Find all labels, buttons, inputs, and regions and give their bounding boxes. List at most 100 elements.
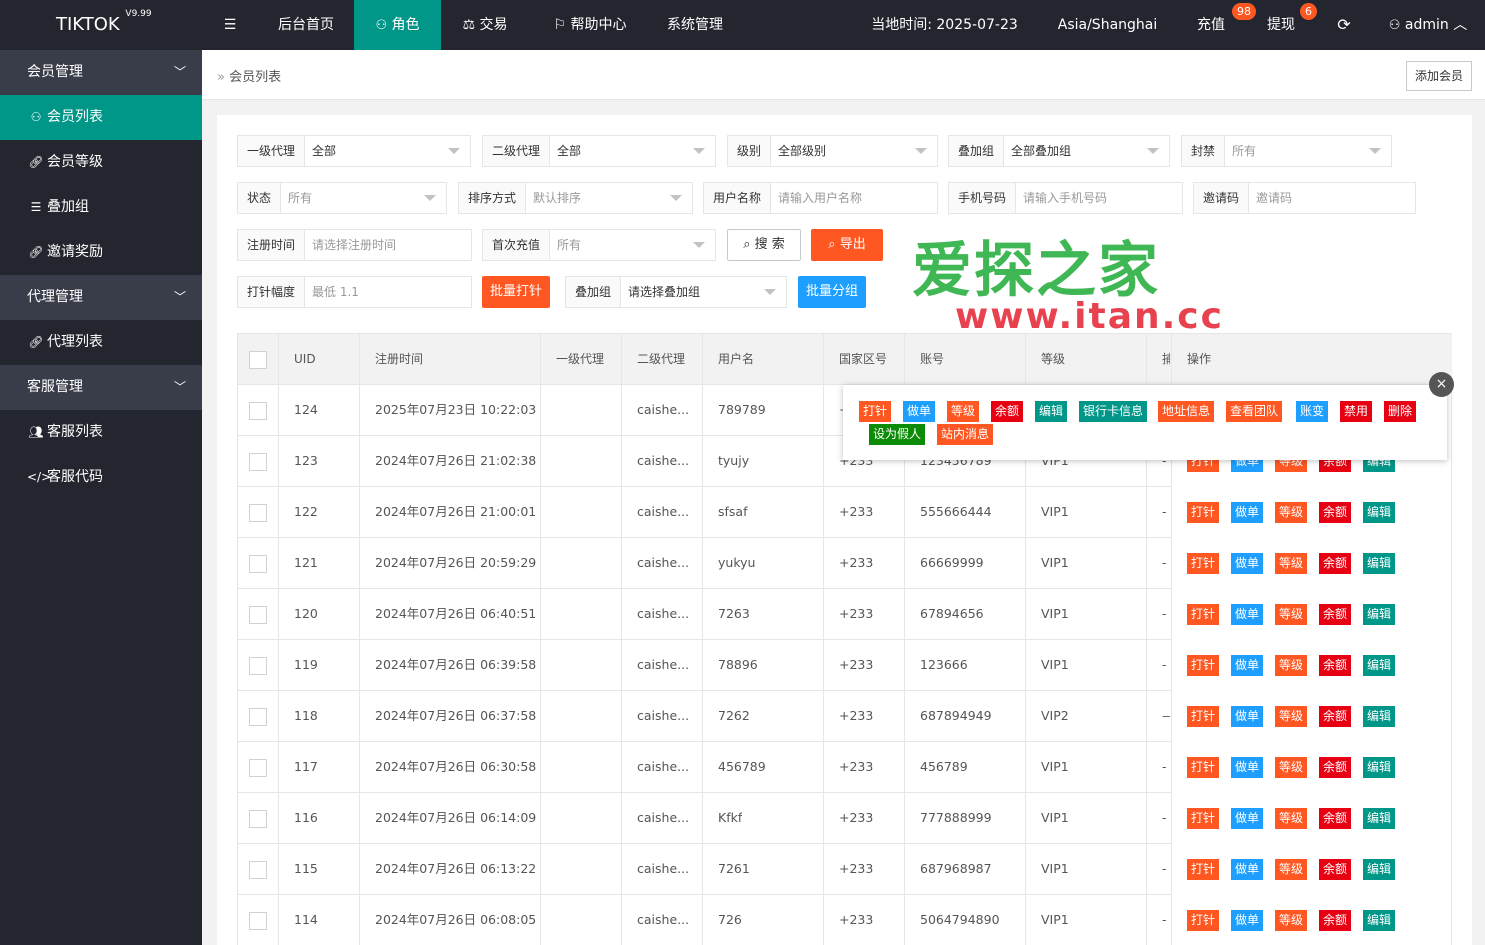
invite-code-input[interactable]: 邀请码 邀请码 xyxy=(1193,182,1416,214)
popup-set-fake-button[interactable]: 设为假人 xyxy=(869,424,926,445)
inject-button[interactable]: 打针 xyxy=(1187,706,1220,727)
inject-button[interactable]: 打针 xyxy=(1187,502,1220,523)
range-input[interactable]: 打针幅度 最低 1.1 xyxy=(237,276,472,308)
level-button[interactable]: 等级 xyxy=(1275,757,1308,778)
row-checkbox[interactable] xyxy=(249,402,267,420)
menu-toggle-icon[interactable]: ☰ xyxy=(218,0,242,50)
sidebar-item-invite-reward[interactable]: 🔗︎ 邀请奖励 xyxy=(0,230,202,275)
row-checkbox[interactable] xyxy=(249,912,267,930)
ban-select[interactable]: 封禁 所有 xyxy=(1181,135,1392,167)
popup-level-button[interactable]: 等级 xyxy=(947,401,980,422)
nav-system[interactable]: 系统管理 xyxy=(652,0,738,50)
username-input[interactable]: 用户名称 请输入用户名称 xyxy=(703,182,938,214)
group-assign-select[interactable]: 叠加组 请选择叠加组 xyxy=(565,276,787,308)
nav-help[interactable]: ⚐ 帮助中心 xyxy=(538,0,642,50)
batch-inject-button[interactable]: 批量打针 xyxy=(482,276,550,308)
first-charge-select[interactable]: 首次充值 所有 xyxy=(482,229,716,261)
popup-bank-card-button[interactable]: 银行卡信息 xyxy=(1079,401,1148,422)
group-select[interactable]: 叠加组 全部叠加组 xyxy=(948,135,1170,167)
popup-inject-button[interactable]: 打针 xyxy=(859,401,892,422)
edit-button[interactable]: 编辑 xyxy=(1363,910,1396,931)
balance-button[interactable]: 余额 xyxy=(1319,553,1352,574)
inject-button[interactable]: 打针 xyxy=(1187,757,1220,778)
order-button[interactable]: 做单 xyxy=(1231,553,1264,574)
batch-group-button[interactable]: 批量分组 xyxy=(798,276,866,308)
add-member-button[interactable]: 添加会员 xyxy=(1405,61,1472,91)
level-button[interactable]: 等级 xyxy=(1275,655,1308,676)
sidebar-item-agent-list[interactable]: 🔗︎ 代理列表 xyxy=(0,320,202,365)
edit-button[interactable]: 编辑 xyxy=(1363,757,1396,778)
close-icon[interactable]: × xyxy=(1429,372,1454,397)
balance-button[interactable]: 余额 xyxy=(1319,706,1352,727)
balance-button[interactable]: 余额 xyxy=(1319,502,1352,523)
select-all-checkbox[interactable] xyxy=(249,351,267,369)
balance-button[interactable]: 余额 xyxy=(1319,604,1352,625)
order-button[interactable]: 做单 xyxy=(1231,808,1264,829)
order-button[interactable]: 做单 xyxy=(1231,604,1264,625)
popup-balance-button[interactable]: 余额 xyxy=(991,401,1024,422)
popup-address-button[interactable]: 地址信息 xyxy=(1158,401,1215,422)
popup-disable-button[interactable]: 禁用 xyxy=(1340,401,1373,422)
edit-button[interactable]: 编辑 xyxy=(1363,604,1396,625)
order-button[interactable]: 做单 xyxy=(1231,502,1264,523)
order-button[interactable]: 做单 xyxy=(1231,655,1264,676)
popup-team-button[interactable]: 查看团队 xyxy=(1226,401,1283,422)
sidebar-item-service-code[interactable]: </>客服代码 xyxy=(0,455,202,500)
popup-order-button[interactable]: 做单 xyxy=(903,401,936,422)
inject-button[interactable]: 打针 xyxy=(1187,604,1220,625)
popup-account-change-button[interactable]: 账变 xyxy=(1296,401,1329,422)
phone-input[interactable]: 手机号码 请输入手机号码 xyxy=(948,182,1183,214)
level-button[interactable]: 等级 xyxy=(1275,859,1308,880)
balance-button[interactable]: 余额 xyxy=(1319,757,1352,778)
inject-button[interactable]: 打针 xyxy=(1187,808,1220,829)
sidebar-group-member[interactable]: 会员管理 ﹀ xyxy=(0,50,202,95)
nav-trade[interactable]: ⚖ 交易 xyxy=(445,0,525,50)
row-checkbox[interactable] xyxy=(249,555,267,573)
balance-button[interactable]: 余额 xyxy=(1319,910,1352,931)
level-button[interactable]: 等级 xyxy=(1275,910,1308,931)
status-select[interactable]: 状态 所有 xyxy=(237,182,447,214)
refresh-icon[interactable]: ⟳ xyxy=(1328,0,1360,50)
inject-button[interactable]: 打针 xyxy=(1187,859,1220,880)
search-button[interactable]: ⌕ 搜 索 xyxy=(727,229,801,261)
sidebar-group-service[interactable]: 客服管理 ﹀ xyxy=(0,365,202,410)
order-button[interactable]: 做单 xyxy=(1231,910,1264,931)
balance-button[interactable]: 余额 xyxy=(1319,655,1352,676)
recharge-button[interactable]: 充值 xyxy=(1185,0,1237,50)
sidebar-group-agent[interactable]: 代理管理 ﹀ xyxy=(0,275,202,320)
inject-button[interactable]: 打针 xyxy=(1187,553,1220,574)
level-button[interactable]: 等级 xyxy=(1275,706,1308,727)
inject-button[interactable]: 打针 xyxy=(1187,655,1220,676)
edit-button[interactable]: 编辑 xyxy=(1363,655,1396,676)
level-button[interactable]: 等级 xyxy=(1275,553,1308,574)
withdraw-button[interactable]: 提现 xyxy=(1256,0,1306,50)
level-button[interactable]: 等级 xyxy=(1275,604,1308,625)
inject-button[interactable]: 打针 xyxy=(1187,910,1220,931)
row-checkbox[interactable] xyxy=(249,504,267,522)
balance-button[interactable]: 余额 xyxy=(1319,859,1352,880)
row-checkbox[interactable] xyxy=(249,759,267,777)
edit-button[interactable]: 编辑 xyxy=(1363,859,1396,880)
level-button[interactable]: 等级 xyxy=(1275,808,1308,829)
order-button[interactable]: 做单 xyxy=(1231,757,1264,778)
sidebar-item-member-list[interactable]: ⚇ 会员列表 xyxy=(0,95,202,140)
agent2-select[interactable]: 二级代理 全部 xyxy=(482,135,716,167)
row-checkbox[interactable] xyxy=(249,606,267,624)
row-checkbox[interactable] xyxy=(249,453,267,471)
level-button[interactable]: 等级 xyxy=(1275,502,1308,523)
row-checkbox[interactable] xyxy=(249,810,267,828)
agent1-select[interactable]: 一级代理 全部 xyxy=(237,135,471,167)
sidebar-item-group[interactable]: ☰ 叠加组 xyxy=(0,185,202,230)
sidebar-item-member-level[interactable]: 🔗︎ 会员等级 xyxy=(0,140,202,185)
order-button[interactable]: 做单 xyxy=(1231,859,1264,880)
edit-button[interactable]: 编辑 xyxy=(1363,706,1396,727)
row-checkbox[interactable] xyxy=(249,708,267,726)
level-select[interactable]: 级别 全部级别 xyxy=(727,135,938,167)
popup-delete-button[interactable]: 删除 xyxy=(1384,401,1417,422)
sort-select[interactable]: 排序方式 默认排序 xyxy=(458,182,693,214)
row-checkbox[interactable] xyxy=(249,657,267,675)
regtime-input[interactable]: 注册时间 请选择注册时间 xyxy=(237,229,472,261)
edit-button[interactable]: 编辑 xyxy=(1363,502,1396,523)
order-button[interactable]: 做单 xyxy=(1231,706,1264,727)
nav-home[interactable]: 后台首页 xyxy=(258,0,354,50)
